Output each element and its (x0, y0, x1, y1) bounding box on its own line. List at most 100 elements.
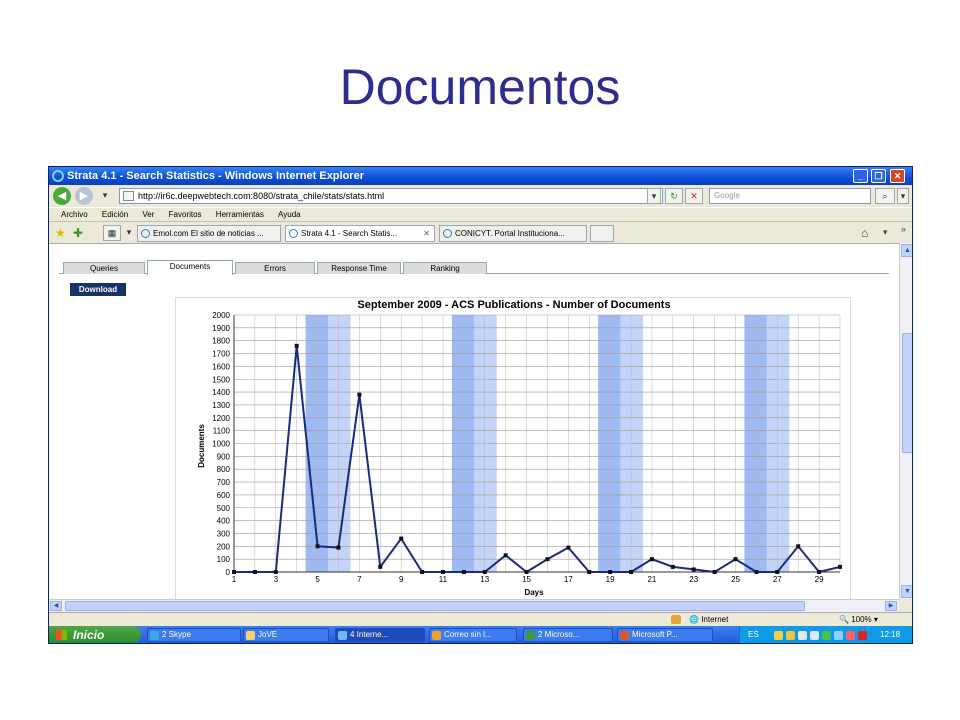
data-point (420, 570, 425, 574)
data-point (817, 570, 822, 574)
menu-herramientas[interactable]: Herramientas (216, 210, 264, 219)
page-icon (141, 229, 150, 238)
close-icon[interactable]: ✕ (890, 169, 905, 183)
status-bar: 🌐 Internet 🔍 100% ▾ (49, 612, 912, 626)
tab-ranking[interactable]: Ranking (403, 262, 487, 274)
favorites-star-icon[interactable]: ★ (55, 226, 66, 240)
y-tick-label: 500 (217, 504, 231, 513)
tab-close-icon[interactable]: ✕ (423, 226, 430, 241)
data-point (712, 570, 717, 574)
y-tick-label: 300 (217, 529, 231, 538)
data-point (378, 564, 383, 569)
data-point (524, 570, 529, 574)
excel-icon (526, 631, 535, 640)
maximize-icon[interactable]: ❐ (871, 169, 886, 183)
home-icon[interactable]: ⌂ (861, 226, 868, 240)
x-tick-label: 25 (731, 575, 740, 584)
y-tick-label: 1100 (213, 427, 231, 436)
address-input[interactable]: http://ir6c.deepwebtech.com:8080/strata_… (119, 188, 663, 204)
data-point (399, 536, 404, 541)
scroll-left-icon[interactable]: ◀ (50, 601, 62, 611)
menu-ayuda[interactable]: Ayuda (278, 210, 301, 219)
stop-icon[interactable]: ✕ (685, 188, 703, 204)
taskbar-item-skype[interactable]: 2 Skype (147, 628, 241, 642)
tray-icon[interactable] (798, 631, 807, 640)
tab-errors[interactable]: Errors (235, 262, 315, 274)
y-tick-label: 800 (217, 465, 231, 474)
menu-edicion[interactable]: Edición (102, 210, 128, 219)
language-indicator[interactable]: ES (748, 626, 759, 643)
y-tick-label: 2000 (212, 311, 230, 320)
menu-archivo[interactable]: Archivo (61, 210, 88, 219)
tab-queries[interactable]: Queries (63, 262, 145, 274)
x-tick-label: 7 (357, 575, 362, 584)
horizontal-scroll-thumb[interactable] (65, 601, 805, 611)
y-tick-label: 1600 (212, 362, 230, 371)
new-tab-button[interactable] (590, 225, 614, 242)
home-dropdown-icon[interactable]: ▾ (883, 227, 888, 238)
vertical-scrollbar[interactable]: ▲ ▼ (899, 243, 912, 599)
tray-icon[interactable] (822, 631, 831, 640)
download-button[interactable]: Download (70, 283, 126, 296)
scroll-down-icon[interactable]: ▼ (901, 585, 912, 598)
tray-icon[interactable] (846, 631, 855, 640)
tray-icon[interactable] (834, 631, 843, 640)
zone-label: 🌐 Internet (689, 613, 728, 626)
scroll-up-icon[interactable]: ▲ (901, 244, 912, 257)
x-tick-label: 5 (315, 575, 320, 584)
more-tools-icon[interactable]: » (901, 224, 906, 234)
data-point (670, 564, 675, 569)
tray-icon[interactable] (774, 631, 783, 640)
data-point (838, 564, 842, 569)
address-text: http://ir6c.deepwebtech.com:8080/strata_… (138, 191, 385, 201)
x-tick-label: 21 (647, 575, 656, 584)
ie-logo-icon (52, 170, 64, 182)
chart-title: September 2009 - ACS Publications - Numb… (357, 299, 670, 311)
task-label: 4 Interne... (350, 630, 389, 639)
globe-icon: 🌐 (689, 615, 699, 624)
search-input[interactable]: Google (709, 188, 871, 204)
windows-logo-icon (56, 630, 67, 640)
vertical-scroll-thumb[interactable] (902, 333, 912, 453)
search-options-icon[interactable]: ▾ (897, 188, 909, 204)
tab-response-time[interactable]: Response Time (317, 262, 401, 274)
x-tick-label: 27 (773, 575, 782, 584)
tab-conicyt[interactable]: CONICYT. Portal Instituciona... (439, 225, 587, 242)
menu-favoritos[interactable]: Favoritos (169, 210, 202, 219)
taskbar-item-powerpoint[interactable]: Microsoft P... (617, 628, 713, 642)
taskbar-item-office[interactable]: 2 Microso... (523, 628, 613, 642)
tab-documents[interactable]: Documents (147, 260, 233, 275)
search-icon[interactable]: ⌕ (875, 188, 895, 204)
tray-icon[interactable] (786, 631, 795, 640)
data-point (336, 545, 341, 550)
taskbar-item-ie[interactable]: 4 Interne... (335, 628, 425, 642)
quick-tabs-icon[interactable]: ▦ (103, 225, 121, 241)
tab-list-icon[interactable]: ▾ (123, 225, 135, 241)
scroll-right-icon[interactable]: ▶ (885, 601, 897, 611)
tab-label: Emol.com El sitio de noticias ... (153, 229, 264, 238)
tab-emol[interactable]: Emol.com El sitio de noticias ... (137, 225, 281, 242)
stats-tab-bar: Queries Documents Errors Response Time R… (59, 260, 889, 275)
tab-label: CONICYT. Portal Instituciona... (455, 229, 565, 238)
y-tick-label: 1500 (212, 375, 230, 384)
tab-strata[interactable]: Strata 4.1 - Search Statis... ✕ (285, 225, 435, 242)
taskbar-item-jove[interactable]: JoVE (243, 628, 329, 642)
address-dropdown-icon[interactable]: ▾ (647, 188, 661, 204)
tray-icon[interactable] (858, 631, 867, 640)
history-dropdown-icon[interactable]: ▾ (99, 188, 111, 204)
back-icon[interactable]: ◀ (53, 187, 71, 205)
taskbar-item-mail[interactable]: Correo sin l... (429, 628, 517, 642)
menu-ver[interactable]: Ver (142, 210, 154, 219)
data-point (691, 567, 696, 572)
add-favorite-icon[interactable]: ✚ (73, 226, 83, 240)
documents-chart: 0 100 200 300 400 500 600 700 800 900 1000 1100 1200… (175, 297, 851, 600)
start-button[interactable]: Inicio (49, 626, 141, 643)
forward-icon[interactable]: ▶ (75, 187, 93, 205)
refresh-icon[interactable]: ↻ (665, 188, 683, 204)
horizontal-scrollbar[interactable]: ◀ ▶ (49, 599, 899, 612)
x-tick-label: 13 (480, 575, 489, 584)
tray-icon[interactable] (810, 631, 819, 640)
windows-taskbar: Inicio 2 Skype JoVE 4 Interne... Correo … (49, 626, 912, 643)
zoom-control[interactable]: 🔍 100% ▾ (839, 613, 878, 626)
minimize-icon[interactable]: _ (853, 169, 868, 183)
